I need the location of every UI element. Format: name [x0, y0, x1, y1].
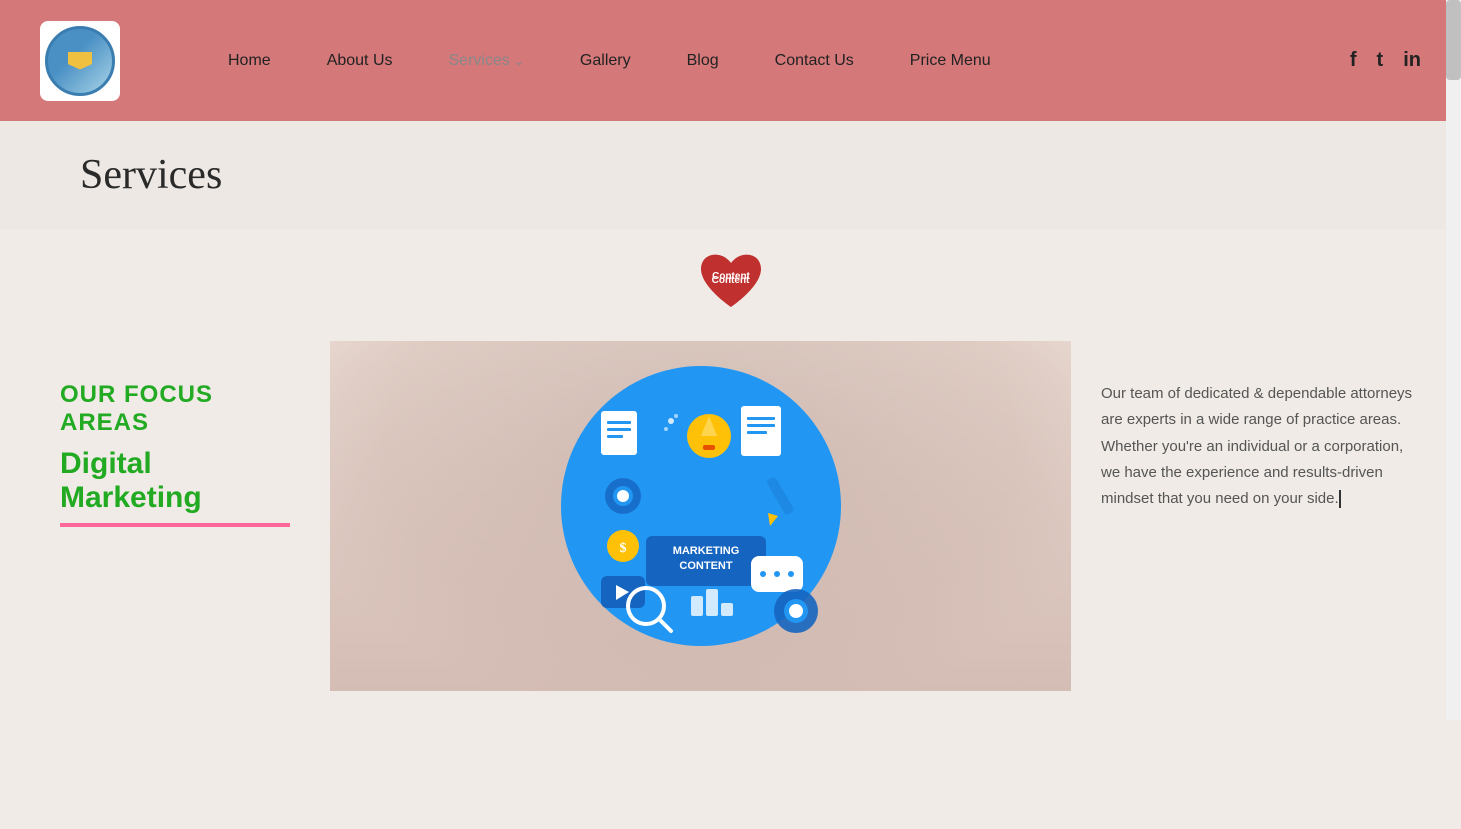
chevron-down-icon: ⌄	[514, 54, 524, 68]
svg-text:MARKETING: MARKETING	[672, 545, 739, 557]
nav-services[interactable]: Services ⌄	[421, 52, 552, 70]
page-title-section: Services	[0, 121, 1461, 229]
left-column: OUR FOCUS AREAS Digital Marketing	[0, 341, 330, 567]
page-title: Services	[80, 151, 222, 199]
facebook-icon[interactable]: f	[1350, 49, 1357, 72]
content-row: OUR FOCUS AREAS Digital Marketing	[0, 341, 1461, 691]
svg-text:$: $	[619, 541, 626, 556]
heart-badge-text: Content	[712, 275, 750, 287]
heart-badge-container: Content Content	[0, 229, 1461, 311]
heart-badge[interactable]: Content Content	[697, 249, 765, 311]
text-cursor	[1339, 490, 1341, 508]
main-nav: Home About Us Services ⌄ Gallery Blog Co…	[200, 52, 1350, 70]
site-header: Home About Us Services ⌄ Gallery Blog Co…	[0, 0, 1461, 121]
svg-text:CONTENT: CONTENT	[679, 560, 732, 572]
marketing-circle-wrapper: $	[330, 341, 1071, 651]
nav-gallery[interactable]: Gallery	[552, 52, 659, 70]
focus-areas-title: OUR FOCUS AREAS	[60, 381, 290, 437]
nav-about[interactable]: About Us	[299, 52, 421, 70]
main-content: Content Content OUR FOCUS AREAS Digital …	[0, 229, 1461, 829]
nav-price-menu[interactable]: Price Menu	[882, 52, 1019, 70]
nav-blog[interactable]: Blog	[659, 52, 747, 70]
right-column: Our team of dedicated & dependable attor…	[1071, 341, 1461, 552]
focus-subtitle: Digital Marketing	[60, 447, 290, 527]
marketing-circle-svg: $	[551, 341, 851, 651]
linkedin-icon[interactable]: in	[1403, 49, 1421, 72]
scrollbar[interactable]	[1446, 0, 1461, 720]
scrollbar-thumb[interactable]	[1446, 0, 1461, 80]
twitter-icon[interactable]: t	[1377, 49, 1384, 72]
center-illustration: $	[330, 341, 1071, 691]
nav-home[interactable]: Home	[200, 52, 299, 70]
logo[interactable]	[40, 21, 120, 101]
description-text: Our team of dedicated & dependable attor…	[1101, 381, 1421, 512]
nav-contact[interactable]: Contact Us	[747, 52, 882, 70]
social-links: f t in	[1350, 49, 1421, 72]
